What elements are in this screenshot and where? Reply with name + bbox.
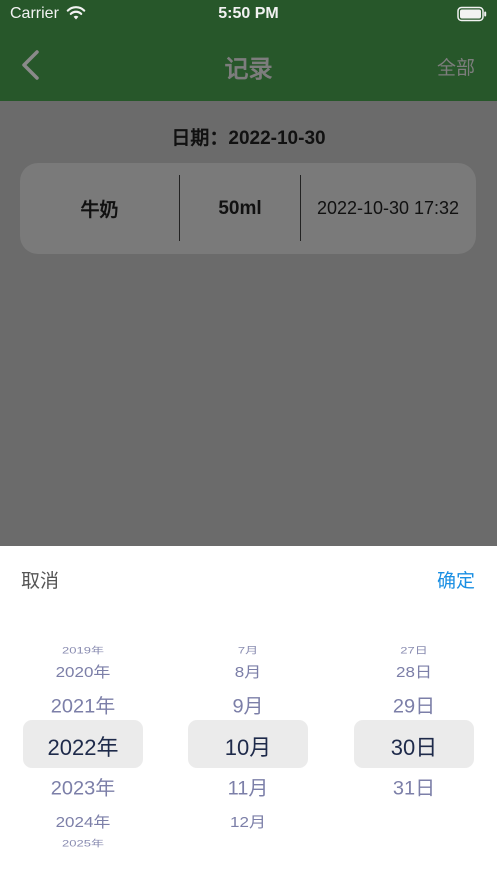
battery-icon	[457, 6, 487, 22]
page-title: 记录	[224, 56, 273, 83]
status-time: 5:50 PM	[218, 5, 279, 22]
month-option[interactable]: 8月	[188, 660, 308, 682]
day-wheel[interactable]: 27日 28日 29日 30日 31日	[354, 546, 474, 883]
month-selected-option[interactable]: 10月	[188, 730, 308, 762]
navigation-bar: Carrier 5:50 PM 记录 全部	[0, 0, 497, 101]
show-all-button[interactable]: 全部	[437, 53, 475, 80]
month-option[interactable]: 9月	[188, 691, 308, 719]
year-wheel[interactable]: 2019年 2020年 2021年 2022年 2023年 2024年 2025年	[23, 546, 143, 883]
year-option[interactable]: 2020年	[23, 660, 143, 682]
year-selected-option[interactable]: 2022年	[23, 730, 143, 762]
record-row[interactable]: 牛奶 50ml 2022-10-30 17:32	[20, 163, 476, 254]
day-option[interactable]: 29日	[354, 691, 474, 719]
year-option[interactable]: 2021年	[23, 691, 143, 719]
month-option[interactable]: 11月	[188, 773, 308, 801]
day-option[interactable]: 31日	[354, 773, 474, 801]
date-picker-sheet: 取消 确定 2019年 2020年 2021年 2022年 2023年 2024年 2025…	[0, 546, 497, 883]
month-option[interactable]: 12月	[188, 810, 308, 832]
year-option[interactable]: 2024年	[23, 810, 143, 832]
record-name: 牛奶	[80, 200, 119, 221]
record-amount: 50ml	[218, 197, 262, 219]
month-wheel[interactable]: 7月 8月 9月 10月 11月 12月	[188, 546, 308, 883]
day-option[interactable]: 28日	[354, 660, 474, 682]
date-label: 日期：2022-10-30	[171, 128, 326, 149]
record-datetime: 2022-10-30 17:32	[316, 198, 460, 218]
year-option[interactable]: 2025年	[23, 836, 143, 850]
year-option[interactable]: 2023年	[23, 773, 143, 801]
month-option[interactable]: 7月	[188, 643, 308, 657]
status-bar: Carrier 5:50 PM	[0, 0, 497, 30]
year-option[interactable]: 2019年	[23, 643, 143, 657]
day-option[interactable]: 27日	[354, 643, 474, 657]
day-selected-option[interactable]: 30日	[354, 730, 474, 762]
